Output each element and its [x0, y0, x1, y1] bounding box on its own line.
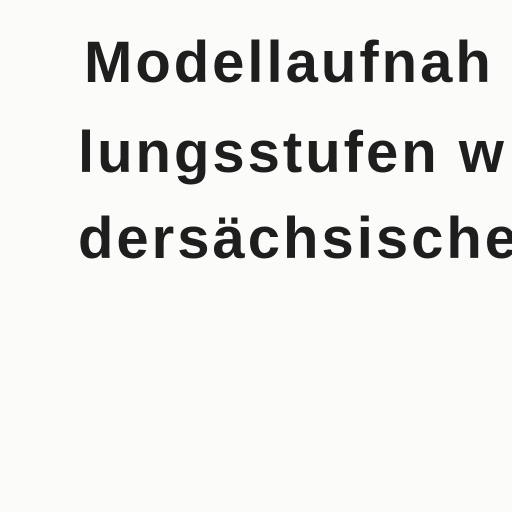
text-line-2: lungsstufen w: [78, 120, 507, 185]
text-line-3: dersächsische: [78, 206, 512, 271]
text-line-1: Modellaufnah: [84, 30, 494, 95]
